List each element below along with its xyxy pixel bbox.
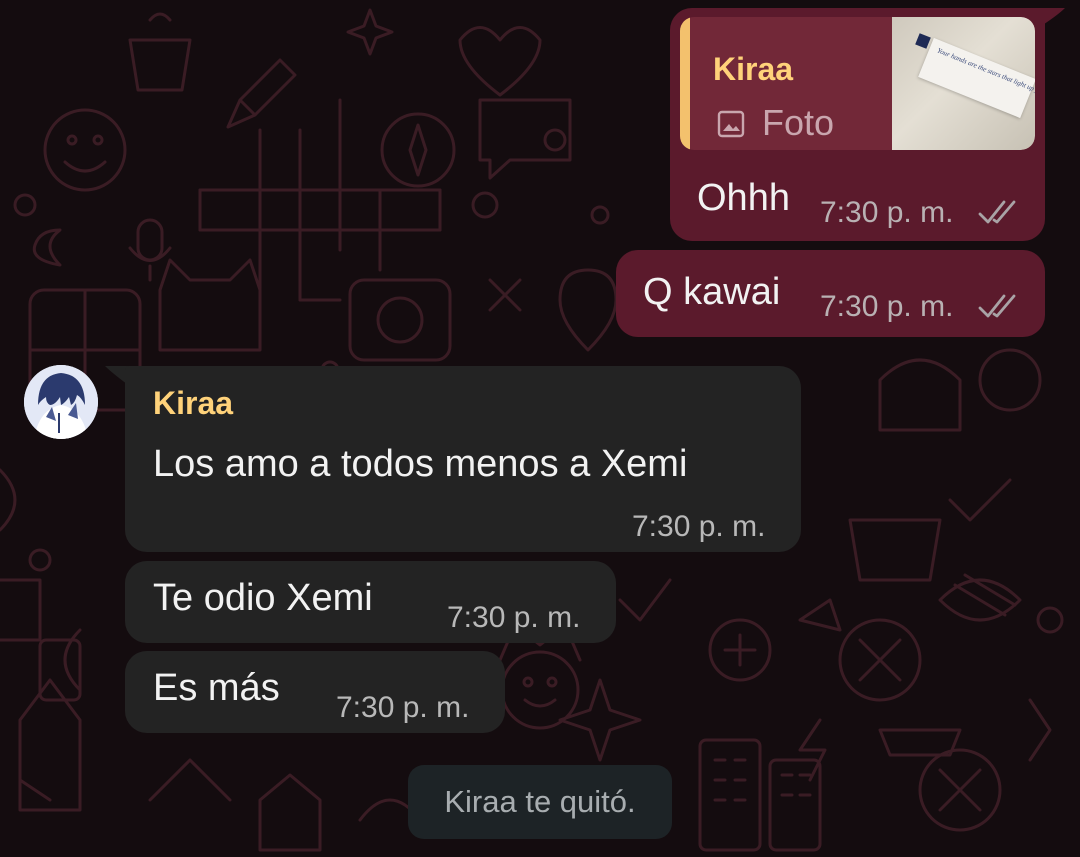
message-text: Es más xyxy=(153,667,280,709)
message-text: Q kawai xyxy=(643,271,781,313)
incoming-message[interactable]: Kiraa Los amo a todos menos a Xemi 7:30 … xyxy=(125,366,801,552)
system-notice: Kiraa te quitó. xyxy=(408,765,672,839)
outgoing-message[interactable]: Q kawai 7:30 p. m. xyxy=(616,250,1045,337)
message-text: Ohhh xyxy=(697,177,790,219)
message-time: 7:30 p. m. xyxy=(820,196,954,229)
quoted-message-preview[interactable]: Kiraa Foto Your hands are the stars that… xyxy=(680,17,1035,150)
message-time: 7:30 p. m. xyxy=(632,510,766,543)
incoming-message[interactable]: Es más 7:30 p. m. xyxy=(125,651,505,733)
image-icon xyxy=(716,109,746,139)
quoted-type-label: Foto xyxy=(762,102,835,143)
message-text: Los amo a todos menos a Xemi xyxy=(153,443,688,485)
fortune-paper: Your hands are the stars that light up y… xyxy=(918,37,1035,119)
quoted-photo-thumbnail[interactable]: Your hands are the stars that light up y… xyxy=(892,17,1035,150)
fortune-text: Your hands are the stars that light up y… xyxy=(936,46,1035,102)
fortune-paper-corner xyxy=(915,33,931,49)
sender-name[interactable]: Kiraa xyxy=(153,384,233,422)
incoming-message[interactable]: Te odio Xemi 7:30 p. m. xyxy=(125,561,616,643)
message-time: 7:30 p. m. xyxy=(336,691,470,724)
quoted-author: Kiraa xyxy=(713,51,794,87)
message-text: Te odio Xemi xyxy=(153,577,373,619)
quote-accent-bar xyxy=(680,17,690,150)
system-notice-text: Kiraa te quitó. xyxy=(444,784,636,819)
bubble-tail xyxy=(1035,8,1065,30)
double-check-icon xyxy=(978,294,1022,320)
message-time: 7:30 p. m. xyxy=(447,601,581,634)
double-check-icon xyxy=(978,200,1022,226)
outgoing-reply-message[interactable]: Kiraa Foto Your hands are the stars that… xyxy=(670,8,1045,241)
message-time: 7:30 p. m. xyxy=(820,290,954,323)
avatar[interactable] xyxy=(24,365,98,439)
